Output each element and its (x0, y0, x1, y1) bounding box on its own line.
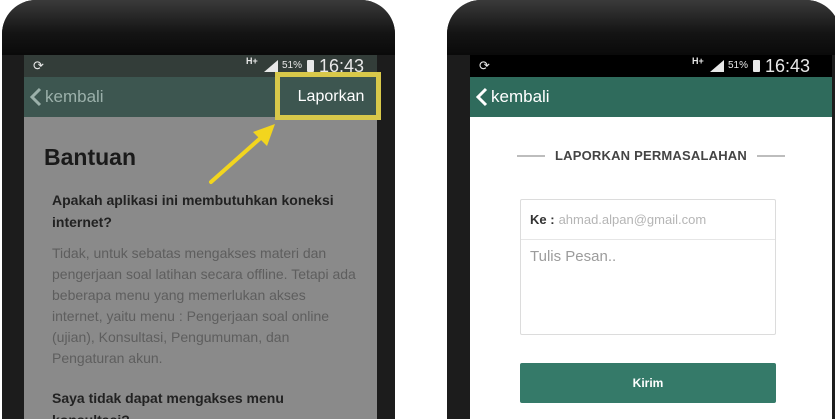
sync-icon: ⟳ (33, 58, 44, 73)
sync-icon: ⟳ (479, 58, 490, 73)
report-form: LAPORKAN PERMASALAHAN Ke : ahmad.alpan@g… (470, 117, 832, 419)
chevron-left-icon (476, 87, 488, 107)
network-type: H+ (246, 56, 258, 66)
network-type: H+ (692, 56, 704, 66)
back-label: kembali (45, 87, 104, 106)
signal-icon (710, 60, 724, 72)
clock: 16:43 (319, 56, 365, 76)
recipient-label: Ke : (530, 212, 555, 227)
chevron-left-icon (30, 87, 42, 107)
clock: 16:43 (765, 56, 811, 76)
back-label: kembali (491, 87, 550, 106)
battery-icon (753, 60, 760, 72)
report-button[interactable]: Laporkan (285, 77, 377, 117)
faq-question: Saya tidak dapat mengakses menu konsulta… (52, 390, 284, 419)
back-button[interactable]: kembali (476, 84, 550, 110)
faq-question: Apakah aplikasi ini membutuhkan koneksi … (52, 192, 334, 230)
send-button[interactable]: Kirim (520, 363, 776, 403)
battery-percent: 51% (282, 60, 303, 71)
message-input[interactable]: Tulis Pesan.. (521, 240, 775, 273)
phone-bezel (2, 0, 395, 55)
app-bar: kembali Laporkan (24, 77, 377, 117)
arrow-icon (209, 124, 275, 184)
help-content: Bantuan Apakah aplikasi ini membutuhkan … (24, 117, 377, 419)
status-bar: ⟳ H+ 51% 16:43 (24, 55, 377, 77)
app-bar: kembali (470, 77, 832, 117)
recipient-email: ahmad.alpan@gmail.com (558, 212, 707, 227)
phone-bezel (447, 0, 835, 55)
faq-answer: Tidak, untuk sebatas mengakses materi da… (52, 245, 356, 366)
status-bar: ⟳ H+ 51% 16:43 (470, 55, 832, 77)
battery-percent: 51% (728, 60, 749, 71)
divider (756, 154, 785, 157)
screen-help: ⟳ H+ 51% 16:43 kembali Laporkan Bantuan … (24, 55, 377, 419)
screen-report: ⟳ H+ 51% 16:43 kembali LAPORKAN PERMASAL… (470, 55, 832, 419)
recipient-row: Ke : ahmad.alpan@gmail.com (521, 200, 775, 240)
battery-icon (307, 60, 314, 72)
back-button[interactable]: kembali (30, 84, 104, 110)
message-card: Ke : ahmad.alpan@gmail.com Tulis Pesan.. (520, 199, 776, 335)
page-title: Bantuan (44, 144, 136, 170)
phone-left: ⟳ H+ 51% 16:43 kembali Laporkan Bantuan … (2, 0, 395, 419)
section-heading-text: LAPORKAN PERMASALAHAN (555, 148, 747, 163)
signal-icon (264, 60, 278, 72)
phone-right: ⟳ H+ 51% 16:43 kembali LAPORKAN PERMASAL… (447, 0, 835, 419)
divider (517, 154, 545, 157)
section-heading: LAPORKAN PERMASALAHAN (470, 148, 832, 163)
